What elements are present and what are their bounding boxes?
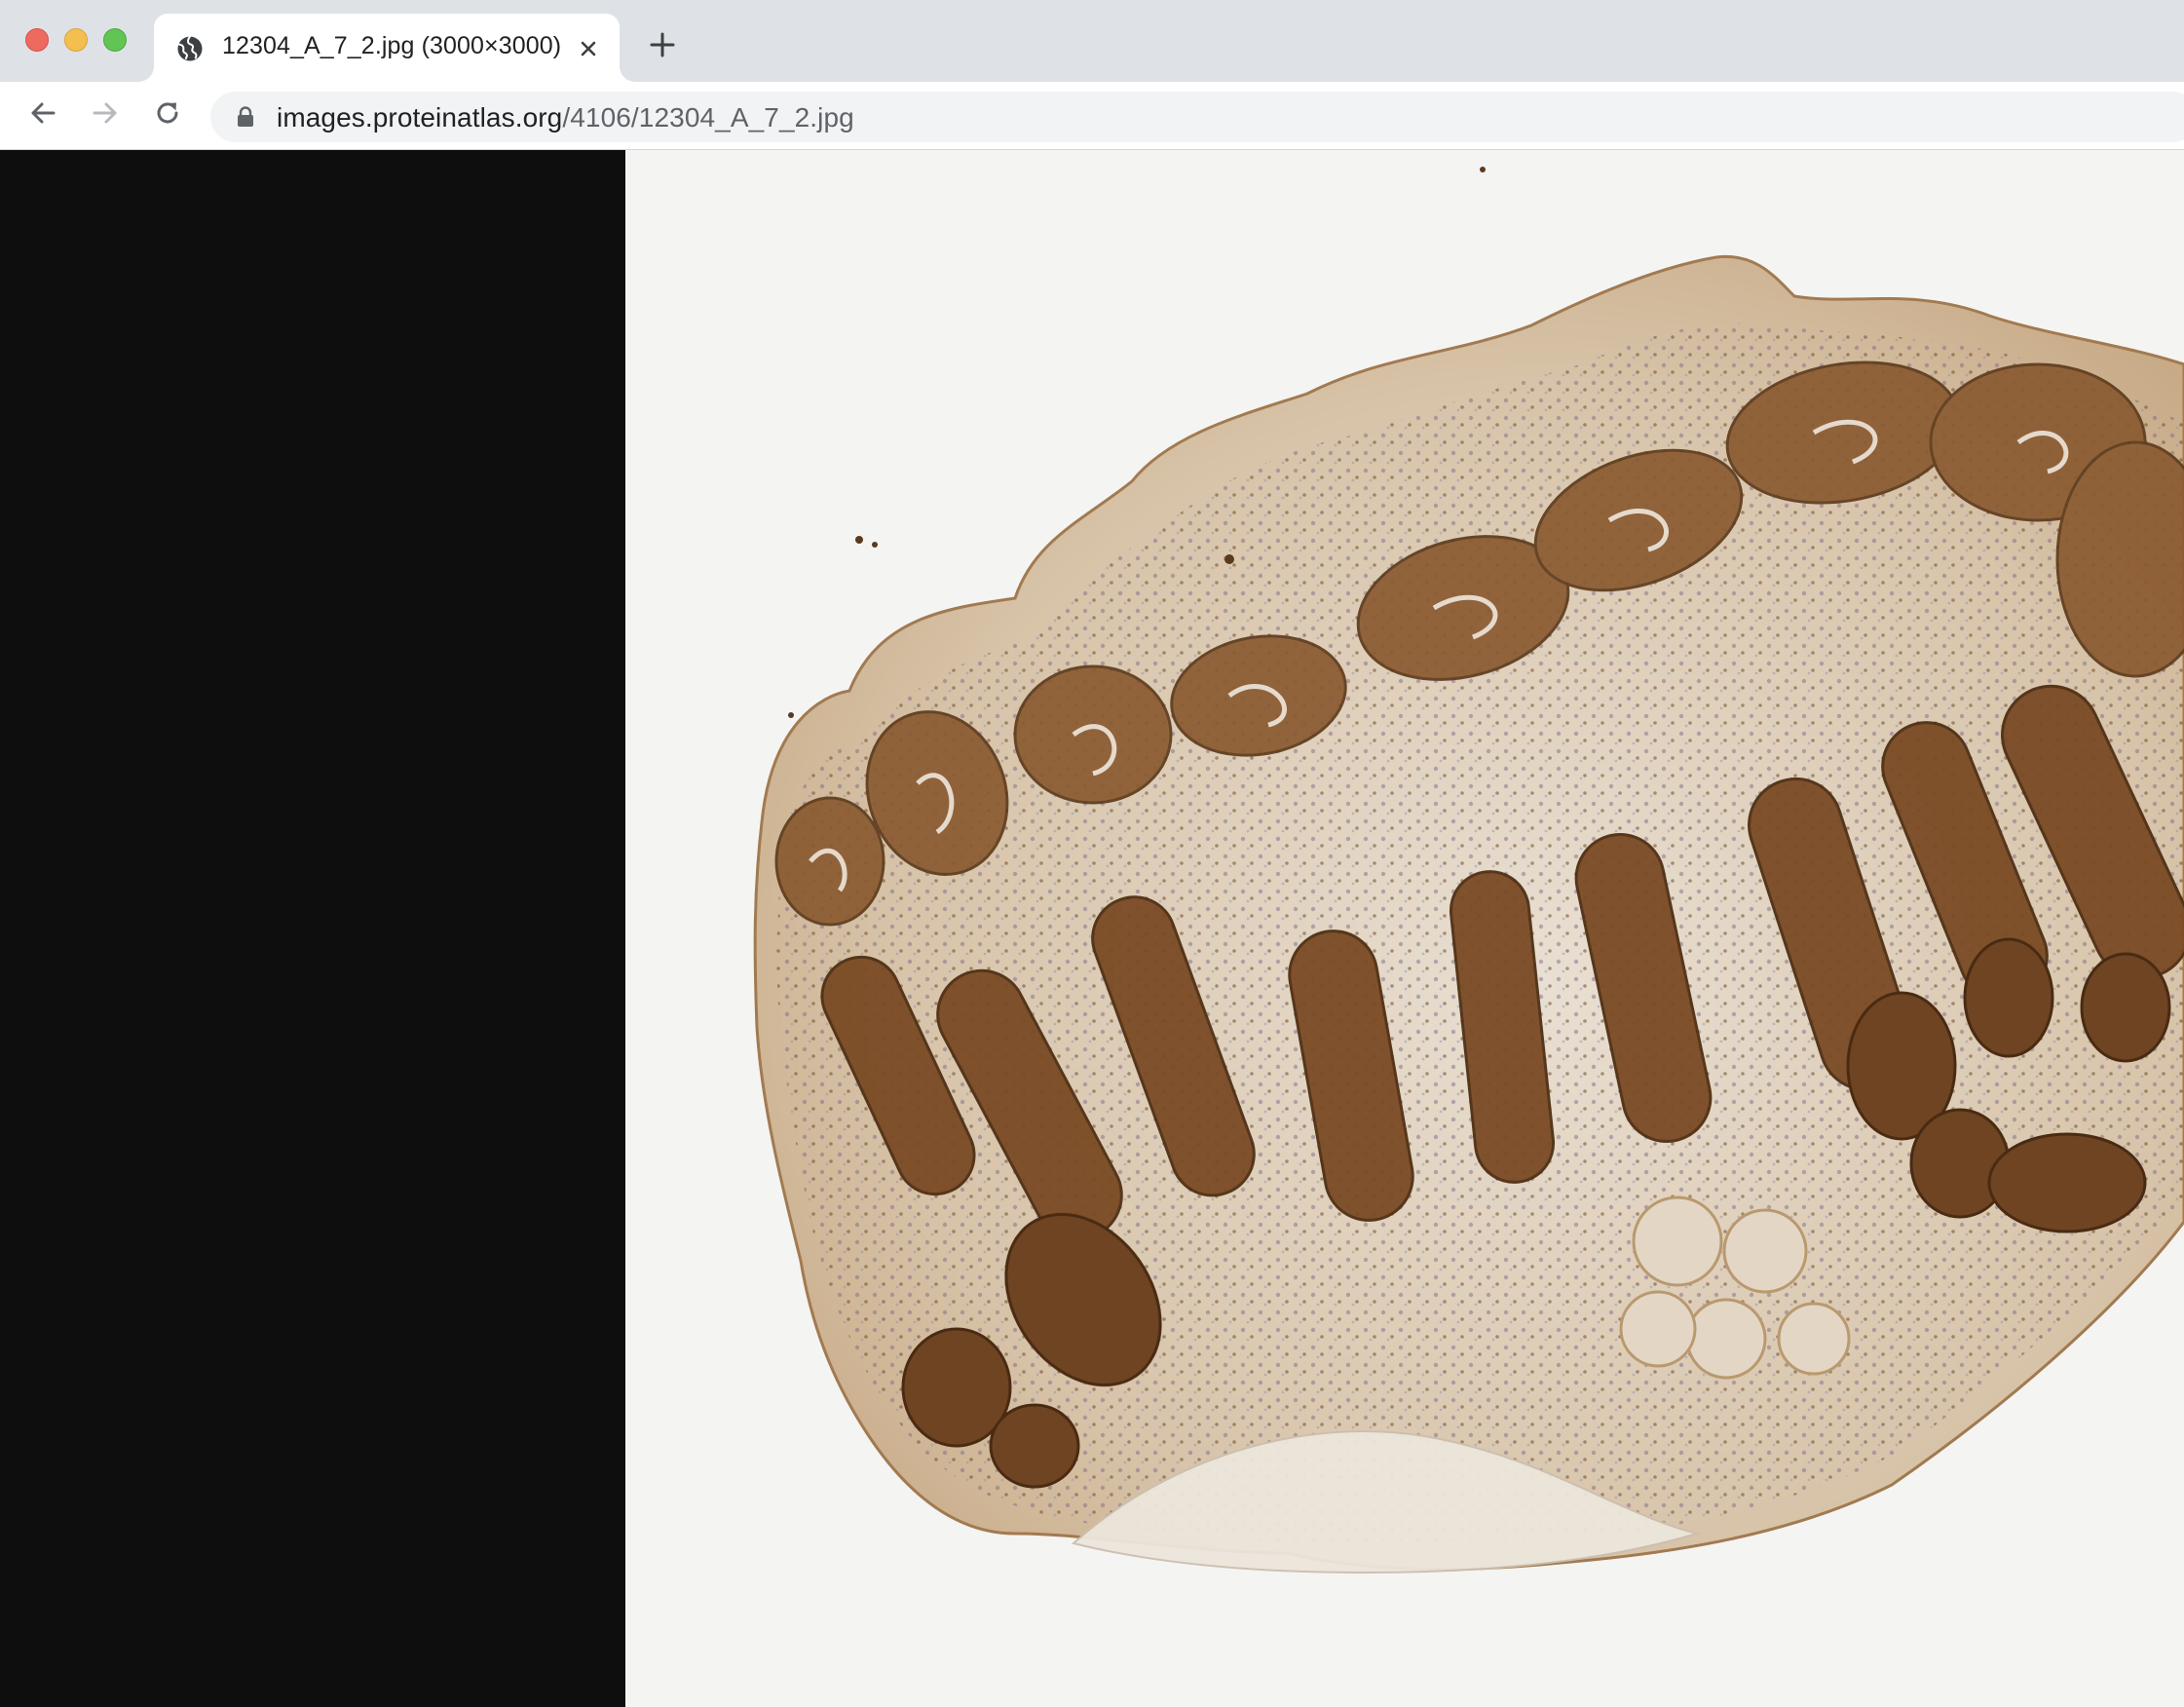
- browser-toolbar: images.proteinatlas.org/4106/12304_A_7_2…: [0, 82, 2184, 150]
- new-tab-button[interactable]: [643, 27, 682, 66]
- forward-button[interactable]: [84, 94, 127, 136]
- tab-strip: 12304_A_7_2.jpg (3000×3000): [0, 0, 2184, 82]
- active-tab[interactable]: 12304_A_7_2.jpg (3000×3000): [154, 14, 620, 82]
- arrow-right-icon: [91, 98, 120, 133]
- window-minimize-button[interactable]: [64, 28, 88, 52]
- close-icon[interactable]: [573, 33, 604, 64]
- tissue-micrograph[interactable]: [625, 150, 2184, 1707]
- plus-icon: [649, 31, 676, 63]
- arrow-left-icon: [28, 98, 57, 133]
- window-maximize-button[interactable]: [103, 28, 127, 52]
- tab-title: 12304_A_7_2.jpg (3000×3000): [222, 32, 562, 59]
- lock-icon[interactable]: [236, 106, 255, 128]
- tissue-section-illustration: [753, 167, 2184, 1574]
- reload-icon: [153, 98, 182, 133]
- url-text[interactable]: images.proteinatlas.org/4106/12304_A_7_2…: [277, 102, 854, 133]
- back-button[interactable]: [21, 94, 64, 136]
- globe-icon: [175, 34, 205, 63]
- window-close-button[interactable]: [25, 28, 49, 52]
- image-viewer: [0, 150, 2184, 1707]
- url-path: /4106/12304_A_7_2.jpg: [562, 102, 854, 133]
- address-bar[interactable]: images.proteinatlas.org/4106/12304_A_7_2…: [210, 92, 2184, 142]
- url-host: images.proteinatlas.org: [277, 102, 563, 133]
- reload-button[interactable]: [146, 94, 189, 136]
